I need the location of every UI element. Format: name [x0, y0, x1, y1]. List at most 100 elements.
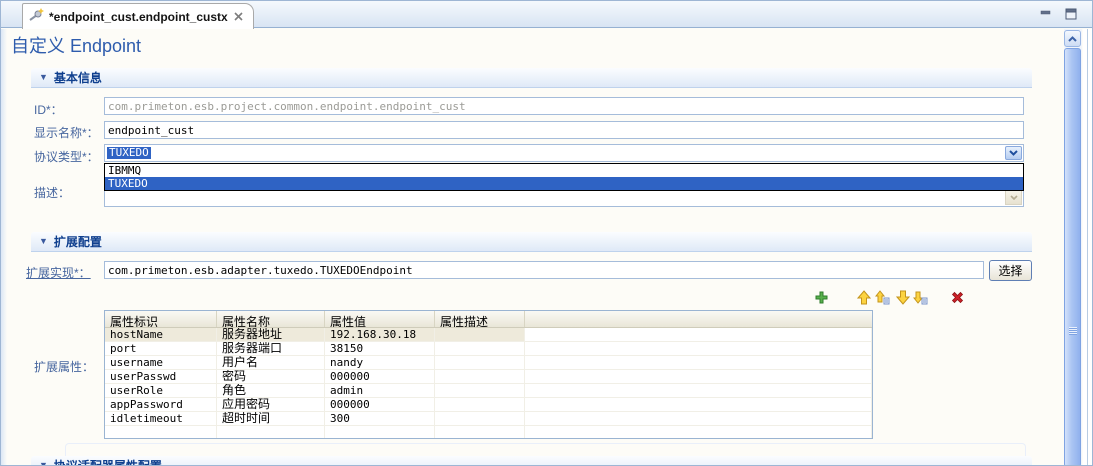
choose-button[interactable]: 选择: [989, 260, 1032, 281]
close-icon[interactable]: [233, 11, 244, 22]
minimize-icon[interactable]: [1038, 8, 1052, 20]
cell-name: 用户名: [217, 356, 325, 369]
chevron-down-icon: ▼: [39, 73, 48, 82]
cell-name: 服务器地址: [217, 328, 325, 341]
extension-impl-field[interactable]: com.primeton.esb.adapter.tuxedo.TUXEDOEn…: [104, 261, 984, 279]
cell-name: 超时时间: [217, 412, 325, 425]
cell-desc: [435, 342, 525, 355]
cell-desc: [435, 370, 525, 383]
dropdown-option-tuxedo[interactable]: TUXEDO: [105, 177, 1023, 190]
section-partial-bottom[interactable]: ▼ 协议适配器属性配置: [31, 456, 1032, 466]
cell-desc: [435, 384, 525, 397]
endpoint-plug-icon: [29, 7, 44, 27]
cell-filler: [525, 398, 872, 411]
page-title: 自定义 Endpoint: [11, 32, 141, 58]
id-field[interactable]: com.primeton.esb.project.common.endpoint…: [104, 97, 1024, 115]
cell-value: nandy: [325, 356, 435, 369]
add-row-icon[interactable]: [813, 289, 830, 306]
cell-name: 密码: [217, 370, 325, 383]
section-title: 基本信息: [54, 69, 102, 86]
editor-left-margin: [1, 29, 7, 466]
scroll-down-icon: [1005, 189, 1022, 205]
cell-name: 角色: [217, 384, 325, 397]
description-label: 描述：: [34, 184, 70, 201]
cell-desc: [435, 426, 525, 439]
display-name-label: 显示名称*：: [34, 124, 99, 141]
column-header-id: 属性标识: [105, 311, 217, 327]
cell-id: port: [105, 342, 217, 355]
cell-value: 38150: [325, 342, 435, 355]
cell-id: appPassword: [105, 398, 217, 411]
protocol-type-combo[interactable]: TUXEDO: [104, 144, 1024, 162]
cell-filler: [525, 342, 872, 355]
section-basic-info[interactable]: ▼ 基本信息: [31, 68, 1032, 88]
editor-right-margin: [1083, 29, 1093, 466]
chevron-down-icon: ▼: [39, 461, 48, 466]
extension-impl-link[interactable]: 扩展实现*：: [26, 264, 91, 281]
cell-id: [105, 426, 217, 439]
cell-id: userRole: [105, 384, 217, 397]
section-title: 扩展配置: [54, 233, 102, 250]
display-name-field[interactable]: endpoint_cust: [104, 121, 1024, 139]
extension-properties-table: 属性标识 属性名称 属性值 属性描述 hostName 服务器地址 192.16…: [104, 310, 873, 439]
editor-tab[interactable]: *endpoint_cust.endpoint_custx: [22, 3, 254, 29]
cell-desc: [435, 398, 525, 411]
endpoint-editor-window: *endpoint_cust.endpoint_custx 自定义 Endpoi…: [0, 0, 1093, 466]
cell-name: 应用密码: [217, 398, 325, 411]
combo-dropdown-button[interactable]: [1005, 146, 1022, 160]
table-row[interactable]: port 服务器端口 38150: [105, 342, 872, 356]
cell-name: [217, 426, 325, 439]
cell-id: userPasswd: [105, 370, 217, 383]
delete-row-icon[interactable]: [949, 289, 966, 306]
table-row[interactable]: hostName 服务器地址 192.168.30.18: [105, 328, 872, 342]
table-header-row: 属性标识 属性名称 属性值 属性描述: [105, 311, 872, 328]
dropdown-option-ibmmq[interactable]: IBMMQ: [105, 164, 1023, 177]
move-to-top-icon[interactable]: [874, 289, 891, 306]
table-row[interactable]: username 用户名 nandy: [105, 356, 872, 370]
table-row[interactable]: userRole 角色 admin: [105, 384, 872, 398]
window-edge-divider: [1087, 29, 1088, 466]
cell-value: 300: [325, 412, 435, 425]
table-row[interactable]: userPasswd 密码 000000: [105, 370, 872, 384]
cell-value: 192.168.30.18: [325, 328, 435, 341]
move-up-icon[interactable]: [855, 289, 872, 306]
section-extension-config[interactable]: ▼ 扩展配置: [31, 232, 1032, 252]
combo-selected-text: TUXEDO: [107, 147, 151, 159]
table-row[interactable]: appPassword 应用密码 000000: [105, 398, 872, 412]
cell-value: 000000: [325, 398, 435, 411]
cell-filler: [525, 412, 872, 425]
cell-id: hostName: [105, 328, 217, 341]
scroll-up-icon[interactable]: [1064, 30, 1081, 47]
cell-id: idletimeout: [105, 412, 217, 425]
cell-filler: [525, 328, 872, 341]
table-row[interactable]: idletimeout 超时时间 300: [105, 412, 872, 426]
move-to-bottom-icon[interactable]: [912, 289, 929, 306]
cell-filler: [525, 370, 872, 383]
chevron-down-icon: ▼: [39, 237, 48, 246]
table-row-empty[interactable]: [105, 426, 872, 439]
maximize-icon[interactable]: [1064, 8, 1078, 20]
cell-value: admin: [325, 384, 435, 397]
column-header-value: 属性值: [325, 311, 435, 327]
section-title: 协议适配器属性配置: [54, 457, 162, 466]
cell-desc: [435, 356, 525, 369]
column-header-desc: 属性描述: [435, 311, 525, 327]
protocol-type-label: 协议类型*：: [34, 148, 99, 165]
scrollbar-thumb[interactable]: [1064, 48, 1081, 466]
tab-title: *endpoint_cust.endpoint_custx: [49, 10, 228, 24]
extension-props-label: 扩展属性：: [34, 358, 94, 375]
cell-id: username: [105, 356, 217, 369]
cell-desc: [435, 328, 525, 341]
column-header-filler: [525, 311, 872, 327]
scrollbar-grip: [1069, 327, 1077, 335]
cell-value: 000000: [325, 370, 435, 383]
protocol-dropdown-list: IBMMQ TUXEDO: [104, 163, 1024, 191]
cell-filler: [525, 356, 872, 369]
id-label: ID*：: [34, 101, 63, 118]
cell-value: [325, 426, 435, 439]
cell-filler: [525, 426, 872, 439]
editor-tab-bar: *endpoint_cust.endpoint_custx: [1, 1, 1093, 28]
vertical-scrollbar[interactable]: [1064, 29, 1082, 466]
move-down-icon[interactable]: [894, 289, 911, 306]
cell-name: 服务器端口: [217, 342, 325, 355]
